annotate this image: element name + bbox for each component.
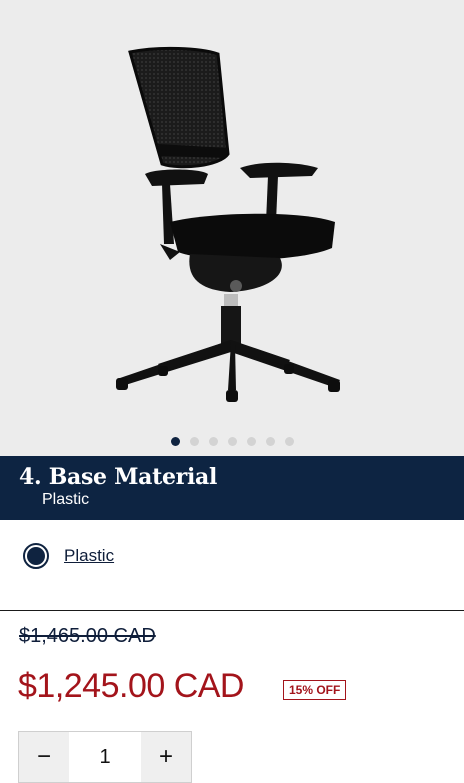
minus-icon: − [36,743,51,770]
quantity-stepper: − 1 + [18,731,192,783]
product-image-gallery[interactable] [0,0,464,456]
gallery-dot[interactable] [227,437,237,446]
gallery-dot[interactable] [246,437,256,446]
gallery-dot[interactable] [208,437,218,446]
original-price: $1,465.00 CAD [19,625,156,647]
divider [0,610,464,611]
office-chair-image [116,46,340,402]
step-title: 4. Base Material [19,464,218,490]
discount-badge: 15% OFF [283,680,347,700]
option-label[interactable]: Plastic [64,546,114,566]
sale-price: $1,245.00 CAD [18,667,245,705]
decrement-button[interactable]: − [19,732,69,782]
gallery-dot[interactable] [170,437,180,446]
quantity-value[interactable]: 1 [69,732,141,782]
radio-button[interactable] [23,543,49,569]
gallery-dot[interactable] [189,437,199,446]
increment-button[interactable]: + [141,732,191,782]
step-selected-value: Plastic [42,491,90,508]
gallery-pagination [0,437,464,446]
option-plastic[interactable]: Plastic [23,543,114,569]
plus-icon: + [158,743,173,770]
gallery-dot[interactable] [284,437,294,446]
gallery-dot[interactable] [265,437,275,446]
